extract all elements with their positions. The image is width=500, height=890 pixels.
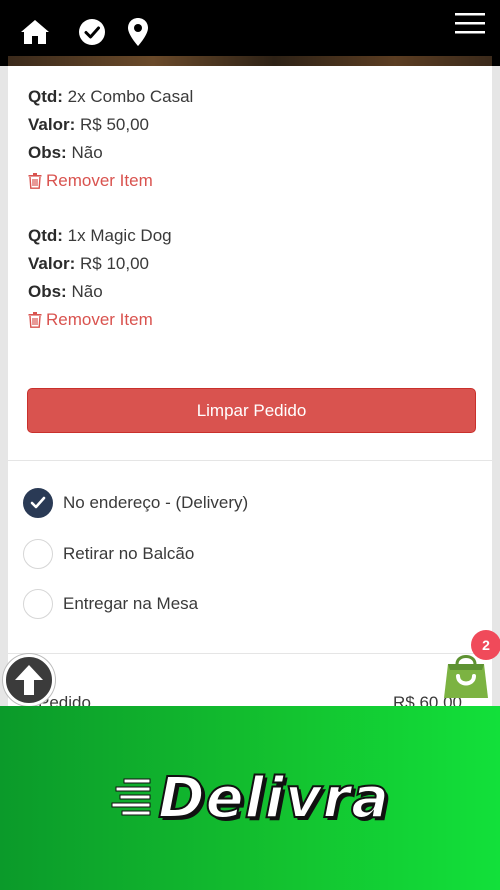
location-button[interactable] — [120, 14, 156, 50]
check-circle-icon — [79, 19, 105, 45]
option-label: Retirar no Balcão — [63, 544, 195, 563]
arrow-up-icon — [15, 665, 43, 695]
order-card: Qtd: 2x Combo Casal Valor: R$ 50,00 Obs:… — [8, 66, 492, 716]
item-qty: Qtd: 1x Magic Dog — [28, 226, 172, 245]
check-icon — [30, 496, 46, 509]
remove-item-link[interactable]: Remover Item — [28, 167, 153, 195]
item-obs: Obs: Não — [28, 143, 103, 162]
menu-button[interactable] — [450, 6, 490, 40]
option-pickup[interactable]: Retirar no Balcão — [23, 539, 194, 569]
orders-button[interactable] — [74, 14, 110, 50]
cart-item: Qtd: 1x Magic Dog Valor: R$ 10,00 Obs: N… — [28, 222, 172, 337]
trash-icon — [28, 173, 42, 189]
radio-unchecked[interactable] — [23, 589, 53, 619]
clear-order-button[interactable]: Limpar Pedido — [27, 388, 476, 433]
brand-banner: Delivra — [0, 706, 500, 890]
map-pin-icon — [128, 18, 148, 46]
cart-count-badge: 2 — [471, 630, 500, 660]
item-value: Valor: R$ 10,00 — [28, 254, 149, 273]
header-image-edge — [8, 56, 492, 66]
home-button[interactable] — [17, 14, 53, 50]
remove-item-link[interactable]: Remover Item — [28, 306, 153, 334]
brand-name: Delivra — [157, 765, 390, 832]
cart-item: Qtd: 2x Combo Casal Valor: R$ 50,00 Obs:… — [28, 83, 193, 198]
hamburger-menu-icon — [455, 13, 485, 34]
top-navbar — [0, 0, 500, 66]
item-value: Valor: R$ 50,00 — [28, 115, 149, 134]
home-icon — [21, 20, 49, 44]
brand-logo: Delivra — [110, 765, 390, 832]
option-table[interactable]: Entregar na Mesa — [23, 589, 198, 619]
trash-icon — [28, 312, 42, 328]
option-label: Entregar na Mesa — [63, 594, 199, 613]
radio-unchecked[interactable] — [23, 539, 53, 569]
item-qty: Qtd: 2x Combo Casal — [28, 87, 194, 106]
radio-checked[interactable] — [23, 488, 53, 518]
scroll-top-button[interactable] — [3, 654, 55, 706]
option-delivery[interactable]: No endereço - (Delivery) — [23, 488, 248, 518]
speed-lines-icon — [111, 778, 151, 816]
option-label: No endereço - (Delivery) — [63, 493, 249, 512]
divider — [8, 653, 492, 654]
item-obs: Obs: Não — [28, 282, 103, 301]
divider — [8, 460, 492, 461]
